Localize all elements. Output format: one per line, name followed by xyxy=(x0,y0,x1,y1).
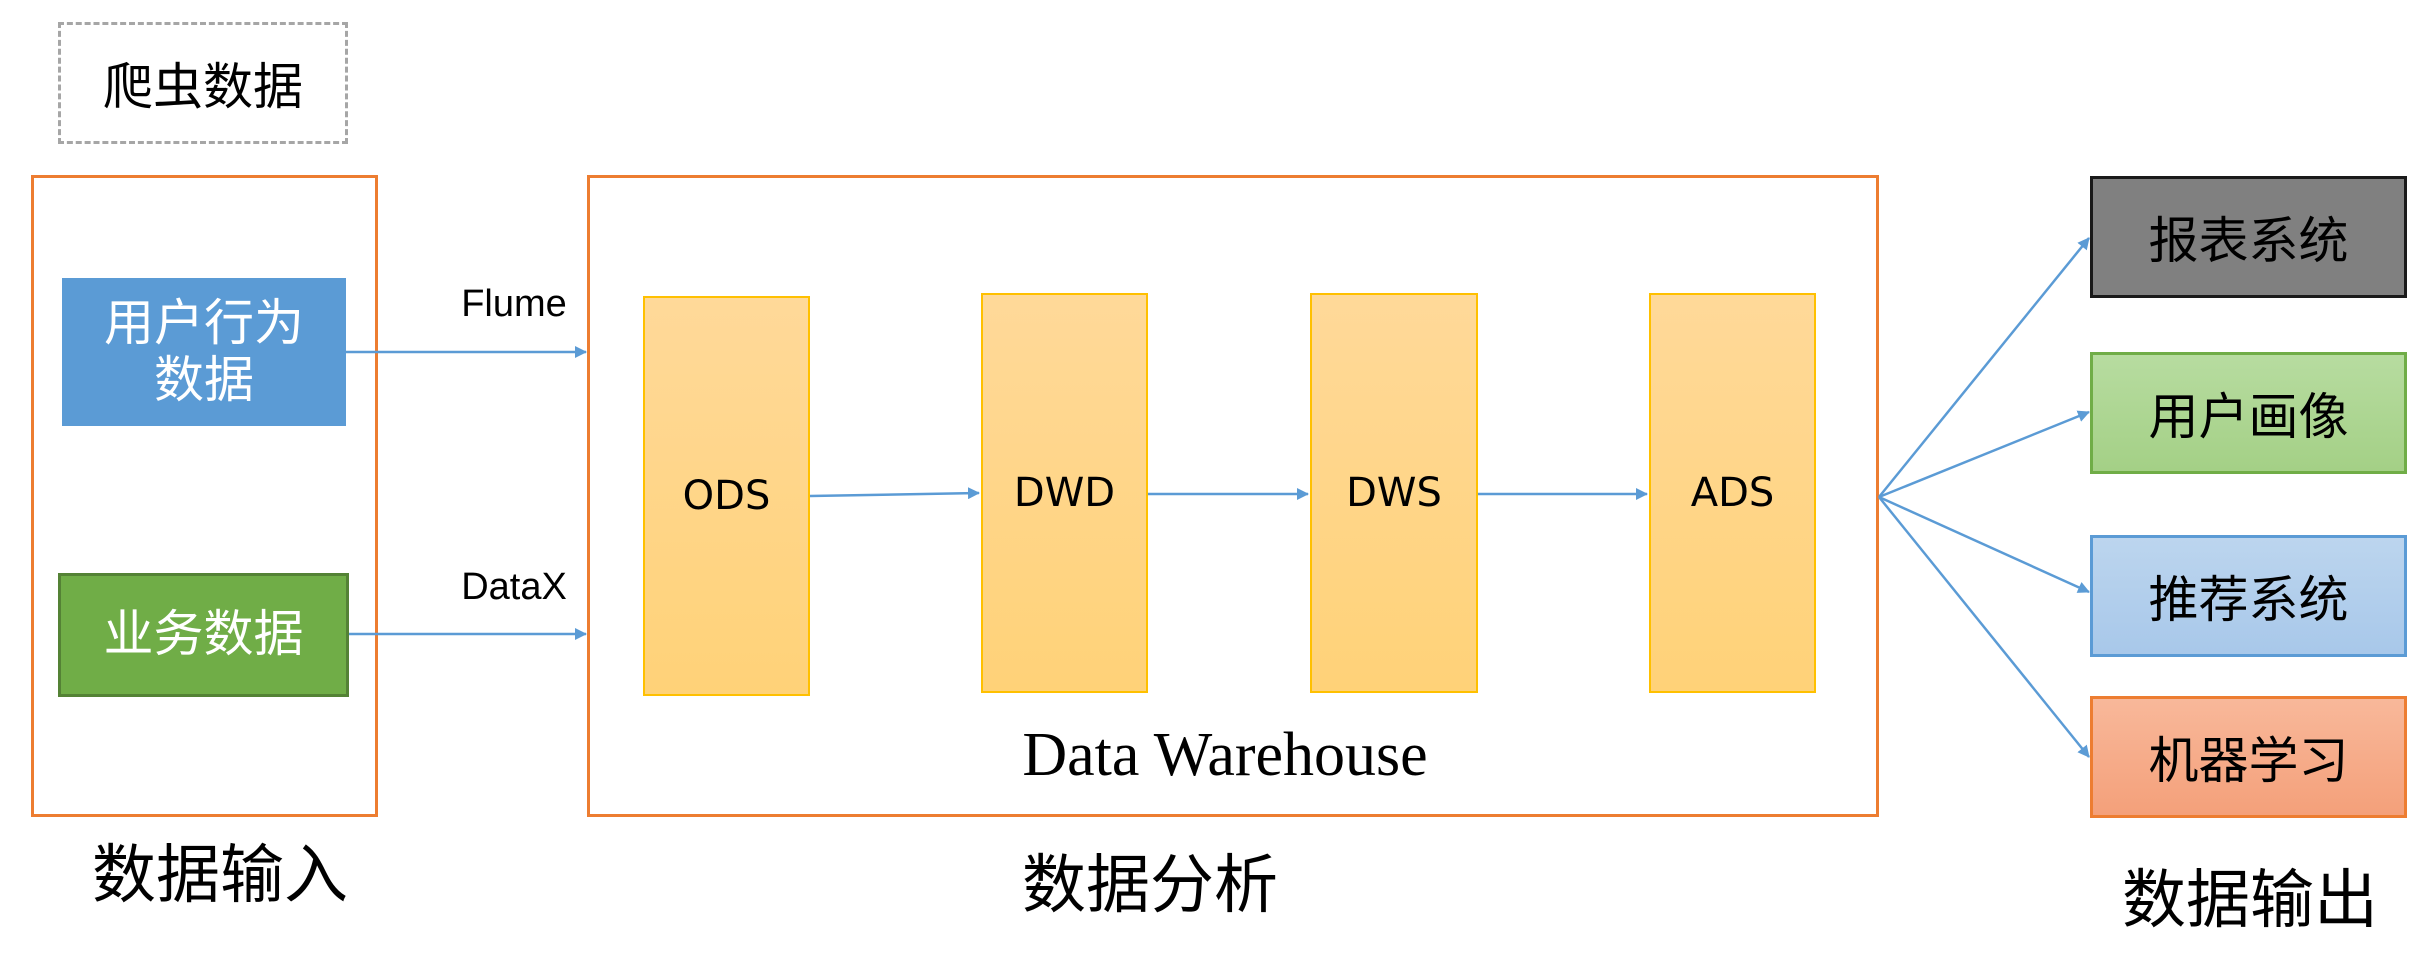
arrow-to-recommend xyxy=(1878,495,2090,594)
flow-arrows xyxy=(346,237,2090,758)
arrow-ods-dwd xyxy=(809,487,980,500)
arrow-to-report xyxy=(1878,237,2090,498)
arrow-to-portrait xyxy=(1878,410,2090,499)
arrow-to-ml xyxy=(1878,496,2090,758)
